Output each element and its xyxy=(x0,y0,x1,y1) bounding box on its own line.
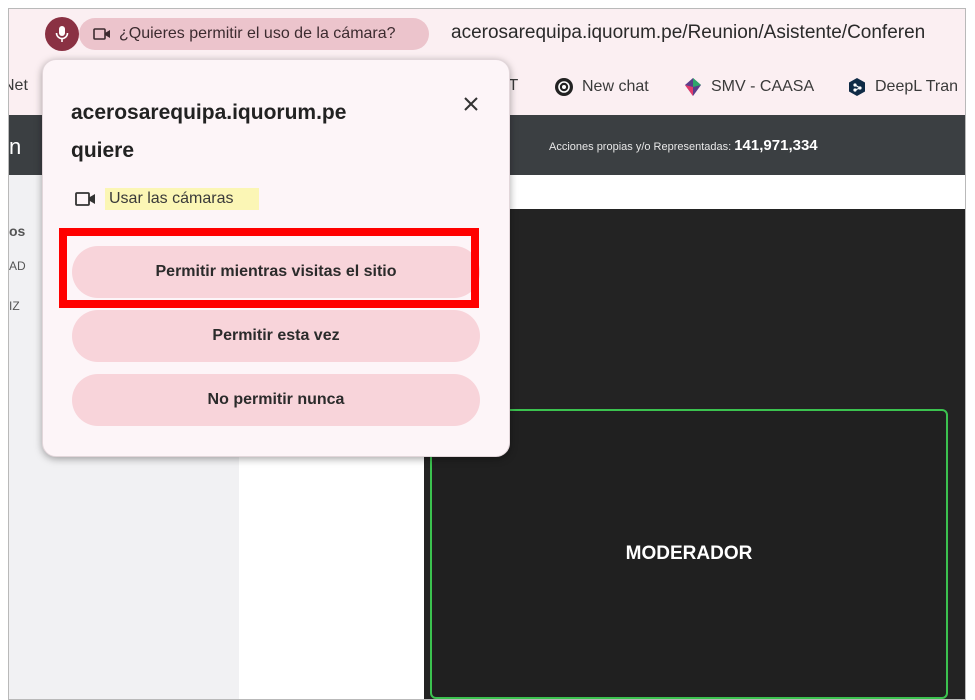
address-bar: ¿Quieres permitir el uso de la cámara? a… xyxy=(9,9,965,59)
video-camera-icon xyxy=(93,28,110,40)
dialog-quiere: quiere xyxy=(71,139,135,162)
bookmark-net[interactable]: Net xyxy=(9,77,28,95)
acciones-label: Acciones propias y/o Representadas: xyxy=(549,141,732,153)
microphone-icon xyxy=(55,26,69,42)
dialog-title: acerosarequipa.iquorum.pe quiere xyxy=(71,94,401,170)
highlight-box xyxy=(59,228,479,308)
close-icon[interactable] xyxy=(461,94,481,114)
bookmark-net-label: Net xyxy=(9,77,28,94)
browser-window: ¿Quieres permitir el uso de la cámara? a… xyxy=(8,8,966,700)
camera-permission-row: Usar las cámaras xyxy=(75,188,260,210)
page-header-partial-text: n xyxy=(9,134,22,159)
bookmark-deepl-label: DeepL Tran xyxy=(875,78,959,95)
sidebar-item-partial[interactable]: AD xyxy=(9,259,26,273)
openai-icon xyxy=(555,78,573,96)
bookmark-smv[interactable]: SMV - CAASA xyxy=(683,77,814,97)
allow-once-button[interactable]: Permitir esta vez xyxy=(72,310,480,362)
acciones-summary: Acciones propias y/o Representadas: 141,9… xyxy=(549,137,818,154)
video-camera-icon xyxy=(75,192,95,206)
bookmark-new-chat[interactable]: New chat xyxy=(554,77,649,97)
smv-icon xyxy=(685,78,701,96)
deepl-icon xyxy=(849,78,865,96)
camera-permission-text: Usar las cámaras xyxy=(105,188,260,210)
moderator-label: MODERADOR xyxy=(625,543,753,564)
moderator-video-tile[interactable]: MODERADOR xyxy=(430,409,948,699)
url-text[interactable]: acerosarequipa.iquorum.pe/Reunion/Asiste… xyxy=(451,22,925,44)
never-allow-button[interactable]: No permitir nunca xyxy=(72,374,480,426)
sidebar-heading-partial: os xyxy=(9,223,26,239)
dialog-site: acerosarequipa.iquorum.pe xyxy=(71,101,347,124)
microphone-button[interactable] xyxy=(45,17,79,51)
camera-permission-chip[interactable]: ¿Quieres permitir el uso de la cámara? xyxy=(79,18,429,50)
sidebar-item-partial[interactable]: IZ xyxy=(9,299,20,313)
acciones-value: 141,971,334 xyxy=(734,137,818,154)
bookmark-deepl[interactable]: DeepL Tran xyxy=(847,77,958,97)
bookmark-new-chat-label: New chat xyxy=(582,78,649,95)
bookmark-smv-label: SMV - CAASA xyxy=(711,78,815,95)
camera-prompt-text: ¿Quieres permitir el uso de la cámara? xyxy=(119,25,396,42)
